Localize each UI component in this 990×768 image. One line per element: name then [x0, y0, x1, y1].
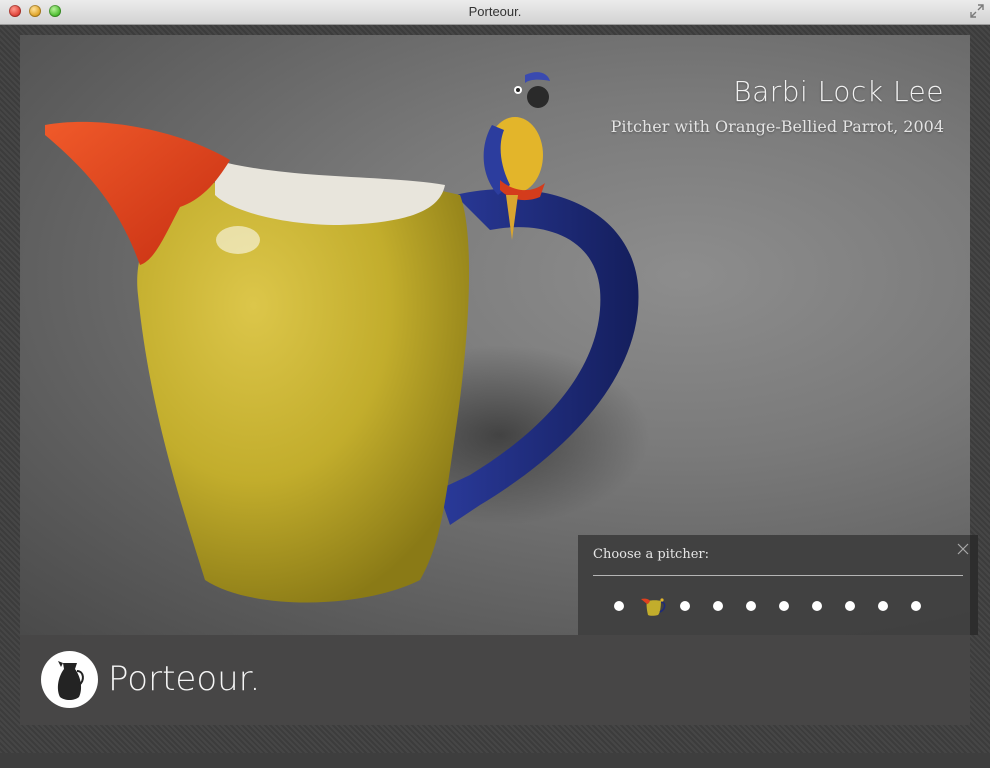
brand-name: Porteour. — [108, 659, 261, 699]
fullscreen-icon[interactable] — [970, 4, 984, 18]
pager-dot[interactable] — [878, 601, 888, 611]
pager-dot[interactable] — [911, 601, 921, 611]
panel-edge — [970, 535, 978, 635]
pager-dot[interactable] — [680, 601, 690, 611]
pitcher-thumbnail-selected[interactable] — [639, 595, 667, 617]
pager-dot[interactable] — [746, 601, 756, 611]
pitcher-icon — [57, 661, 84, 700]
artwork-title: Pitcher with Orange-Bellied Parrot, 2004 — [610, 117, 944, 136]
pitcher-highlight — [216, 226, 260, 254]
pitcher-logo — [41, 651, 98, 708]
chooser-label: Choose a pitcher: — [593, 547, 709, 562]
pager-dot[interactable] — [845, 601, 855, 611]
pager-dot[interactable] — [779, 601, 789, 611]
pager-dot[interactable] — [713, 601, 723, 611]
footer-bar: Porteour. — [20, 635, 970, 725]
chooser-divider — [593, 575, 963, 576]
pager-dot[interactable] — [812, 601, 822, 611]
window-title: Porteour. — [468, 4, 522, 19]
artist-name: Barbi Lock Lee — [733, 75, 944, 108]
title-bar: Porteour. — [0, 0, 990, 25]
pitcher-body — [137, 178, 470, 603]
close-icon[interactable] — [956, 542, 970, 556]
pitcher-chooser-panel: Choose a pitcher: — [578, 535, 978, 635]
pager-dot[interactable] — [614, 601, 624, 611]
